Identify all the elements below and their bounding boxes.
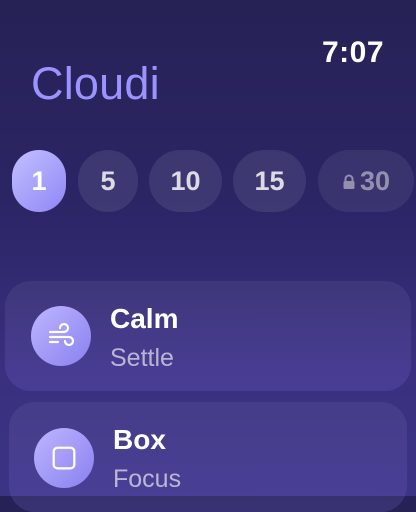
duration-chip-15[interactable]: 15: [233, 150, 306, 212]
status-time: 7:07: [321, 36, 384, 69]
square-icon: [34, 428, 94, 488]
duration-chip-label: 30: [359, 165, 391, 196]
exercise-subtitle: Focus: [113, 465, 182, 493]
duration-chip-30-locked[interactable]: 30: [318, 150, 414, 212]
duration-chip-10[interactable]: 10: [149, 150, 222, 212]
duration-chip-label: 1: [31, 165, 47, 196]
duration-chip-label: 10: [170, 165, 201, 196]
lock-icon: [343, 174, 355, 189]
duration-chip-5[interactable]: 5: [78, 150, 138, 212]
duration-chip-1[interactable]: 1: [12, 150, 66, 212]
exercise-subtitle: Settle: [110, 344, 174, 372]
exercise-card-calm[interactable]: Calm Settle: [5, 281, 411, 391]
exercise-title: Calm: [110, 303, 179, 334]
wind-icon: [31, 306, 91, 366]
duration-chip-label: 15: [254, 165, 285, 196]
app-title: Cloudi: [31, 58, 160, 109]
duration-chip-label: 5: [100, 165, 116, 196]
duration-selector: 1 5 10 15 30: [12, 150, 416, 212]
exercise-title: Box: [113, 424, 166, 455]
